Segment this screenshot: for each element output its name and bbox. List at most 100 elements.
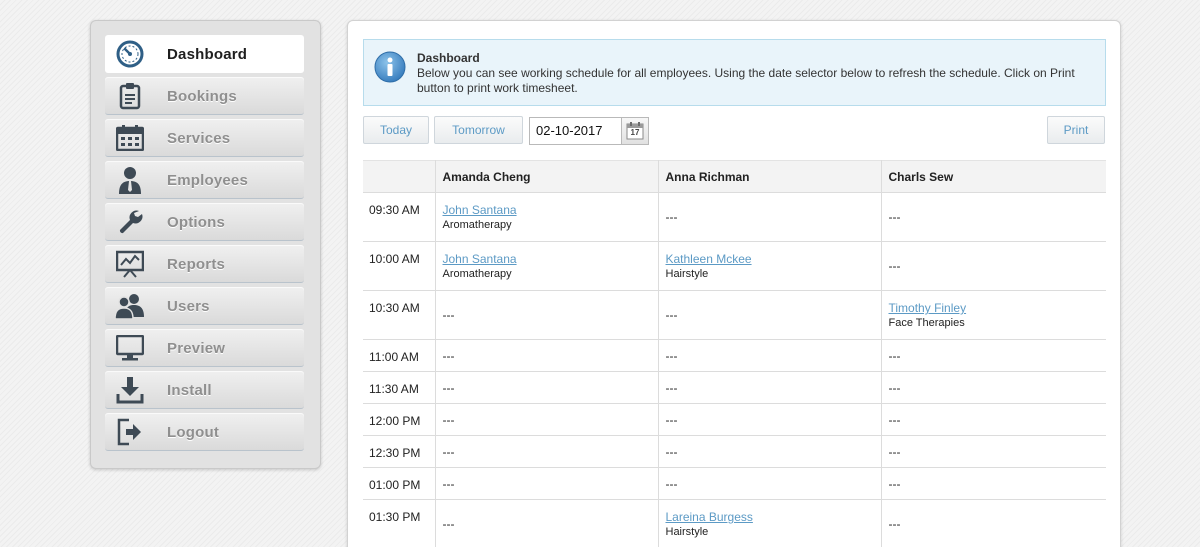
time-slot: 11:00 AM <box>363 339 436 372</box>
time-slot: 10:30 AM <box>363 290 436 340</box>
sidebar-item-services[interactable]: Services <box>105 119 304 157</box>
column-header-time <box>363 160 436 193</box>
table-row: 01:00 PM --- --- --- <box>363 467 1106 500</box>
table-row: 11:30 AM --- --- --- <box>363 371 1106 404</box>
sidebar-item-label: Reports <box>167 256 226 273</box>
calendar-icon: 17 <box>626 122 644 140</box>
presentation-chart-icon <box>115 249 145 279</box>
service-name: Face Therapies <box>888 317 965 329</box>
sidebar-item-install[interactable]: Install <box>105 371 304 409</box>
info-title: Dashboard <box>417 51 480 65</box>
tomorrow-button[interactable]: Tomorrow <box>434 116 523 144</box>
empty-slot: --- <box>658 339 882 372</box>
info-icon <box>374 51 406 83</box>
empty-slot: --- <box>881 403 1106 436</box>
empty-slot: --- <box>881 467 1106 500</box>
time-slot: 11:30 AM <box>363 371 436 404</box>
time-slot: 01:00 PM <box>363 467 436 500</box>
sidebar-item-bookings[interactable]: Bookings <box>105 77 304 115</box>
sidebar-item-employees[interactable]: Employees <box>105 161 304 199</box>
empty-slot: --- <box>881 339 1106 372</box>
column-header-employee: Charls Sew <box>881 160 1106 193</box>
time-slot: 12:30 PM <box>363 435 436 468</box>
booking-cell: John Santana Aromatherapy <box>435 192 659 242</box>
client-link[interactable]: Timothy Finley <box>889 301 1107 315</box>
sidebar-nav: Dashboard Bookings Services Employees Op… <box>90 20 321 469</box>
empty-slot: --- <box>881 499 1106 547</box>
clipboard-icon <box>115 81 145 111</box>
dashboard-gauge-icon <box>115 39 145 69</box>
time-slot: 09:30 AM <box>363 192 436 242</box>
empty-slot: --- <box>658 290 882 340</box>
empty-slot: --- <box>658 435 882 468</box>
sidebar-item-label: Employees <box>167 172 249 189</box>
client-link[interactable]: Lareina Burgess <box>666 510 881 524</box>
table-header-row: Amanda Cheng Anna Richman Charls Sew <box>363 160 1106 193</box>
info-text: Below you can see working schedule for a… <box>417 66 1075 95</box>
sidebar-item-label: Preview <box>167 340 226 357</box>
empty-slot: --- <box>435 339 659 372</box>
logout-icon <box>115 417 145 447</box>
empty-slot: --- <box>435 467 659 500</box>
sidebar-item-label: Options <box>167 214 226 231</box>
info-box: Dashboard Below you can see working sche… <box>363 39 1106 106</box>
sidebar-item-label: Logout <box>167 424 220 441</box>
column-header-employee: Anna Richman <box>658 160 882 193</box>
schedule-table: Amanda Cheng Anna Richman Charls Sew 09:… <box>363 160 1106 547</box>
person-icon <box>115 165 145 195</box>
sidebar-item-dashboard[interactable]: Dashboard <box>105 35 304 73</box>
booking-cell: Kathleen Mckee Hairstyle <box>658 241 882 291</box>
empty-slot: --- <box>881 192 1106 242</box>
date-input[interactable]: 02-10-2017 <box>529 117 622 145</box>
column-header-employee: Amanda Cheng <box>435 160 659 193</box>
sidebar-item-reports[interactable]: Reports <box>105 245 304 283</box>
empty-slot: --- <box>658 403 882 436</box>
sidebar-item-label: Install <box>167 382 212 399</box>
main-panel: Dashboard Below you can see working sche… <box>347 20 1121 547</box>
empty-slot: --- <box>435 435 659 468</box>
empty-slot: --- <box>658 467 882 500</box>
table-row: 09:30 AM John Santana Aromatherapy --- --… <box>363 192 1106 242</box>
sidebar-item-options[interactable]: Options <box>105 203 304 241</box>
client-link[interactable]: Kathleen Mckee <box>666 252 881 266</box>
sidebar-item-label: Dashboard <box>167 46 248 63</box>
booking-cell: Timothy Finley Face Therapies <box>881 290 1107 340</box>
time-slot: 01:30 PM <box>363 499 436 547</box>
sidebar-item-label: Services <box>167 130 231 147</box>
empty-slot: --- <box>658 192 882 242</box>
wrench-icon <box>115 207 145 237</box>
empty-slot: --- <box>881 371 1106 404</box>
table-row: 12:00 PM --- --- --- <box>363 403 1106 436</box>
download-icon <box>115 375 145 405</box>
calendar-picker-button[interactable]: 17 <box>621 117 649 145</box>
service-name: Aromatherapy <box>442 268 512 280</box>
sidebar-item-logout[interactable]: Logout <box>105 413 304 451</box>
time-slot: 10:00 AM <box>363 241 436 291</box>
empty-slot: --- <box>881 435 1106 468</box>
today-button[interactable]: Today <box>363 116 429 144</box>
table-row: 12:30 PM --- --- --- <box>363 435 1106 468</box>
empty-slot: --- <box>435 403 659 436</box>
print-button[interactable]: Print <box>1047 116 1105 144</box>
sidebar-item-preview[interactable]: Preview <box>105 329 304 367</box>
empty-slot: --- <box>435 499 659 547</box>
table-row: 11:00 AM --- --- --- <box>363 339 1106 372</box>
sidebar-item-users[interactable]: Users <box>105 287 304 325</box>
empty-slot: --- <box>435 290 659 340</box>
empty-slot: --- <box>435 371 659 404</box>
booking-cell: Lareina Burgess Hairstyle <box>658 499 882 547</box>
booking-cell: John Santana Aromatherapy <box>435 241 659 291</box>
monitor-icon <box>115 333 145 363</box>
service-name: Hairstyle <box>665 526 709 538</box>
table-row: 10:00 AM John Santana Aromatherapy Kathle… <box>363 241 1106 291</box>
table-row: 01:30 PM --- Lareina Burgess Hairstyle --… <box>363 499 1106 547</box>
calendar-grid-icon <box>115 123 145 153</box>
client-link[interactable]: John Santana <box>443 203 658 217</box>
empty-slot: --- <box>881 241 1106 291</box>
sidebar-item-label: Bookings <box>167 88 237 105</box>
sidebar-item-label: Users <box>167 298 210 315</box>
service-name: Aromatherapy <box>442 219 512 231</box>
calendar-day-number: 17 <box>630 128 640 137</box>
table-row: 10:30 AM --- --- Timothy Finley Face Ther… <box>363 290 1107 340</box>
client-link[interactable]: John Santana <box>443 252 658 266</box>
